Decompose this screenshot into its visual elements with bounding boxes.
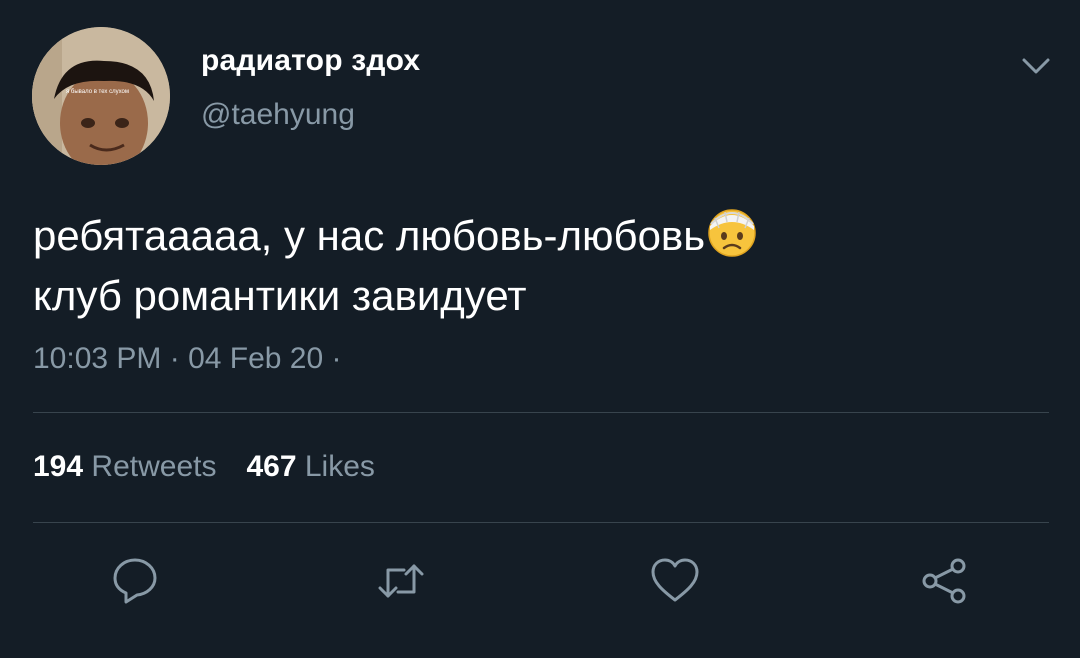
tweet-stats: 194 Retweets 467 Likes — [33, 450, 375, 484]
share-icon[interactable] — [918, 554, 972, 608]
tweet-text: ребятааааа, у нас любовь-любовь клуб ром… — [33, 204, 1033, 326]
likes-stat[interactable]: 467 Likes — [246, 450, 374, 484]
reply-icon[interactable] — [108, 554, 162, 608]
divider-bottom — [33, 522, 1049, 523]
avatar-caption: я бывало в тех слухом — [66, 89, 129, 95]
chevron-down-icon[interactable] — [1018, 52, 1054, 80]
retweet-icon[interactable] — [374, 554, 428, 608]
avatar[interactable]: я бывало в тех слухом — [32, 27, 170, 165]
tweet-text-line-2: клуб романтики завидует — [33, 272, 527, 319]
display-name[interactable]: радиатор здох — [201, 44, 420, 78]
retweets-count: 194 — [33, 450, 84, 483]
tweet-text-line-1-content: ребятааааа, у нас любовь-любовь — [33, 212, 706, 259]
retweets-label: Retweets — [91, 450, 217, 483]
avatar-photo — [32, 27, 170, 165]
likes-label: Likes — [304, 450, 375, 483]
tweet-text-line-1: ребятааааа, у нас любовь-любовь — [33, 204, 1033, 266]
likes-count: 467 — [246, 450, 297, 483]
divider-top — [33, 412, 1049, 413]
retweets-stat[interactable]: 194 Retweets — [33, 450, 216, 484]
heart-icon[interactable] — [648, 554, 702, 608]
user-handle[interactable]: @taehyung — [201, 98, 355, 132]
face-with-head-bandage-icon — [705, 204, 759, 258]
tweet-timestamp[interactable]: 10:03 PM · 04 Feb 20 · — [33, 342, 342, 376]
